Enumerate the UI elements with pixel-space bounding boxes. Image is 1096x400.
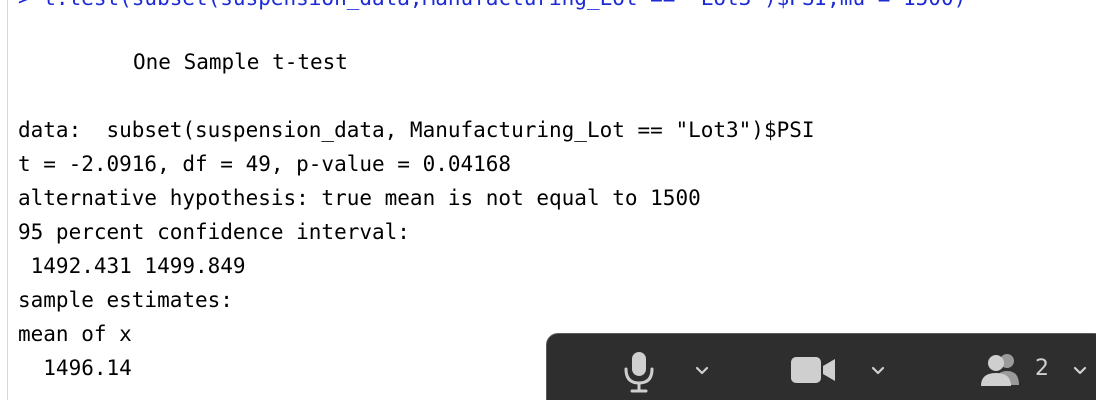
mic-options-chevron-icon[interactable]	[693, 362, 711, 380]
confidence-interval-label: 95 percent confidence interval:	[18, 220, 410, 244]
sample-estimates-label: sample estimates:	[18, 288, 233, 312]
meeting-toolbar: 2	[546, 333, 1096, 400]
video-options-chevron-icon[interactable]	[869, 362, 887, 380]
confidence-interval-values: 1492.431 1499.849	[18, 254, 246, 278]
command-line: > t.test(subset(suspension_data,Manufact…	[18, 0, 966, 10]
alternative-hypothesis-line: alternative hypothesis: true mean is not…	[18, 186, 701, 210]
participants-count: 2	[1035, 356, 1049, 381]
microphone-icon[interactable]	[621, 350, 657, 396]
mean-label: mean of x	[18, 322, 132, 346]
video-camera-icon[interactable]	[789, 354, 839, 386]
mean-value: 1496.14	[18, 356, 132, 380]
participants-options-chevron-icon[interactable]	[1071, 362, 1089, 380]
participants-icon[interactable]	[977, 352, 1027, 388]
test-title: One Sample t-test	[133, 50, 348, 74]
statistics-line: t = -2.0916, df = 49, p-value = 0.04168	[18, 152, 512, 176]
console-window: > t.test(subset(suspension_data,Manufact…	[0, 0, 1096, 400]
data-line: data: subset(suspension_data, Manufactur…	[18, 118, 815, 142]
